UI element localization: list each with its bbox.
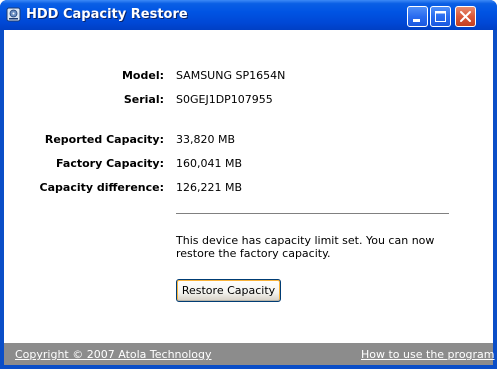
copyright-link[interactable]: Copyright © 2007 Atola Technology [15,348,212,361]
minimize-icon [413,19,420,22]
capacity-difference-label: Capacity difference: [39,181,164,194]
title-bar[interactable]: HDD Capacity Restore [0,0,497,30]
window-bottom-border [0,365,497,369]
window-title: HDD Capacity Restore [26,7,188,22]
help-link[interactable]: How to use the program [361,348,495,361]
footer-bar: Copyright © 2007 Atola Technology How to… [4,343,495,365]
status-message: This device has capacity limit set. You … [176,234,435,260]
serial-label: Serial: [123,93,164,106]
hdd-app-icon [6,7,21,22]
capacity-difference-value: 126,221 MB [176,181,243,194]
separator-line [176,213,449,215]
reported-capacity-label: Reported Capacity: [44,133,164,146]
model-label: Model: [121,69,164,82]
close-icon [460,11,471,22]
factory-capacity-value: 160,041 MB [176,157,243,170]
reported-capacity-value: 33,820 MB [176,133,236,146]
minimize-button[interactable] [407,6,428,27]
restore-capacity-button[interactable]: Restore Capacity [176,279,281,302]
factory-capacity-label: Factory Capacity: [56,157,164,170]
model-value: SAMSUNG SP1654N [176,69,286,82]
maximize-button[interactable] [430,6,451,27]
app-window: HDD Capacity Restore Model: SAMSUNG SP16… [0,0,497,369]
serial-value: S0GEJ1DP107955 [176,93,273,106]
maximize-icon [435,11,446,22]
close-button[interactable] [455,6,476,27]
dialog-content: Model: SAMSUNG SP1654N Serial: S0GEJ1DP1… [4,30,493,343]
